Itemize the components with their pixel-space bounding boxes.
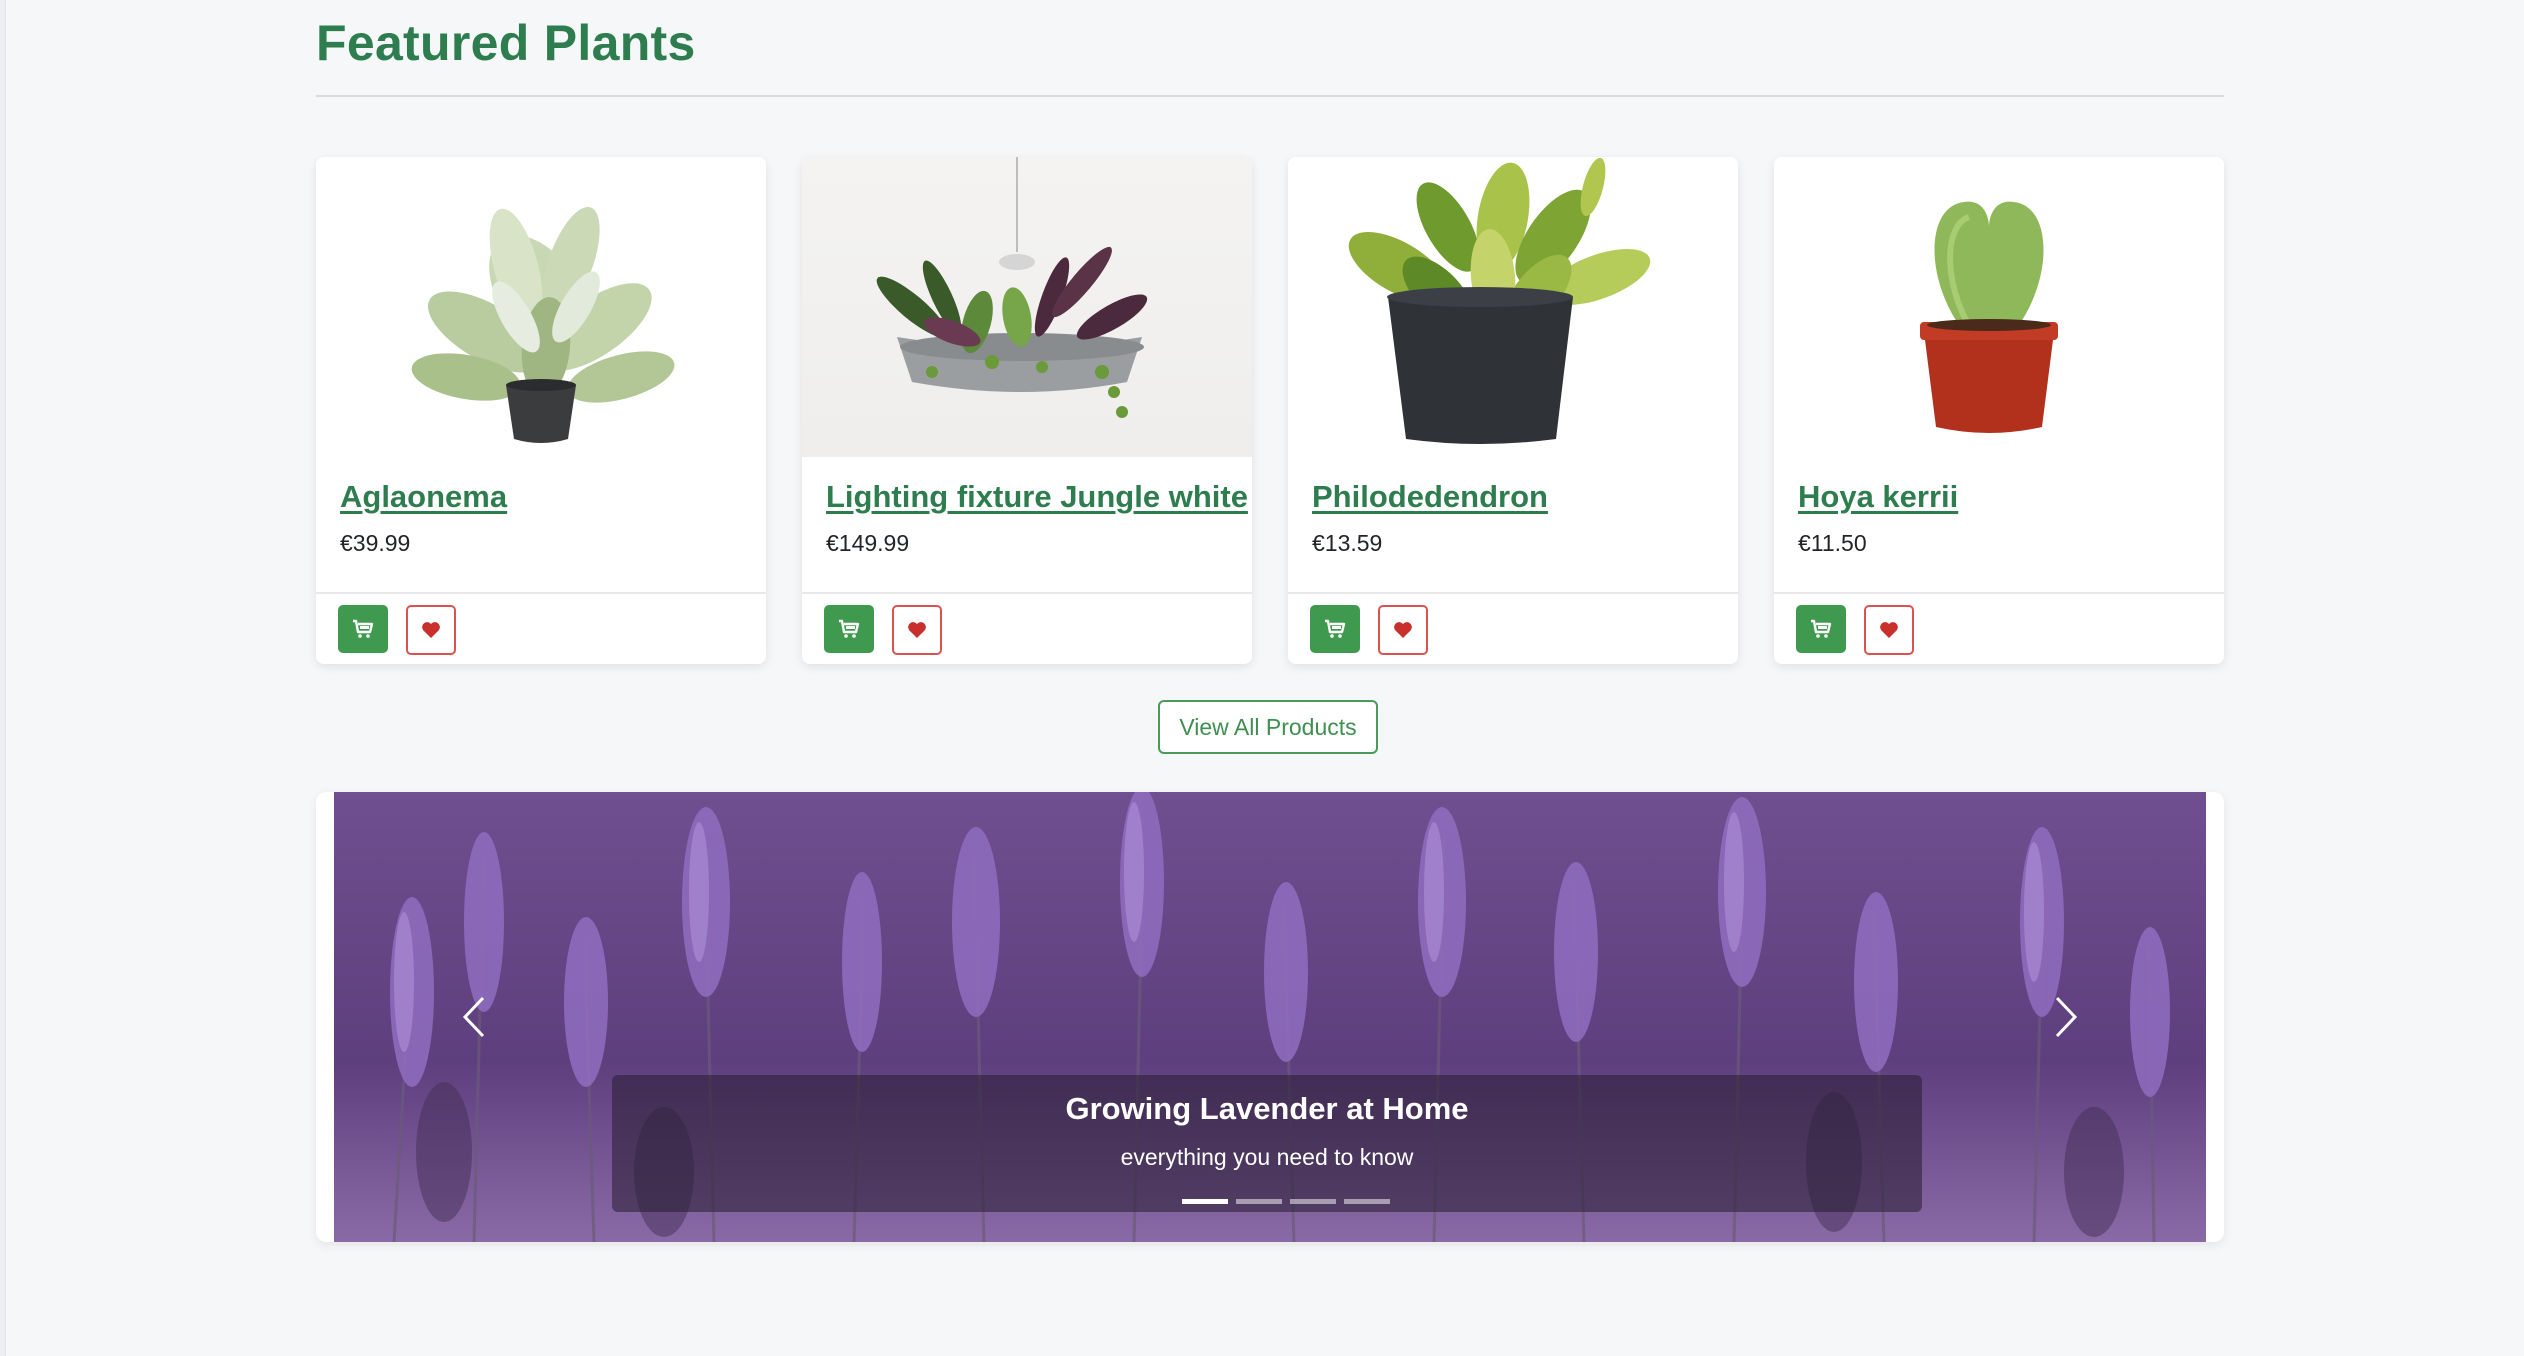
product-price: €13.59 bbox=[1312, 530, 1383, 556]
card-divider bbox=[1288, 592, 1738, 594]
title-divider bbox=[316, 95, 2224, 97]
product-name-link[interactable]: Hoya kerrii bbox=[1798, 479, 1958, 515]
shopping-cart-icon bbox=[1811, 619, 1832, 638]
carousel-indicator[interactable] bbox=[1236, 1199, 1282, 1204]
product-image[interactable] bbox=[1774, 157, 2224, 457]
slide-title: Growing Lavender at Home bbox=[1065, 1091, 1469, 1126]
product-price: €149.99 bbox=[826, 530, 910, 556]
shopping-cart-icon bbox=[353, 619, 374, 638]
heart-icon bbox=[908, 622, 926, 638]
aglaonema-image bbox=[411, 206, 675, 443]
carousel-indicator[interactable] bbox=[1290, 1199, 1336, 1204]
card-divider bbox=[802, 592, 1252, 594]
add-to-cart-button[interactable] bbox=[338, 605, 388, 653]
heart-icon bbox=[1394, 622, 1412, 638]
product-image[interactable] bbox=[316, 157, 766, 457]
carousel-indicators bbox=[334, 1199, 2206, 1205]
add-to-cart-button[interactable] bbox=[1796, 605, 1846, 653]
hoya-kerrii-image bbox=[1920, 201, 2058, 433]
product-grid: Aglaonema €39.99 Lighting fixture Jungle… bbox=[316, 157, 2224, 664]
lighting-fixture-image bbox=[876, 157, 1148, 418]
product-price: €39.99 bbox=[340, 530, 411, 556]
card-divider bbox=[316, 592, 766, 594]
add-to-cart-button[interactable] bbox=[1310, 605, 1360, 653]
carousel: Growing Lavender at Home everything you … bbox=[334, 792, 2206, 1242]
carousel-next-button[interactable] bbox=[2036, 987, 2096, 1047]
chevron-right-icon bbox=[2055, 996, 2078, 1038]
add-to-favorites-button[interactable] bbox=[1378, 605, 1428, 655]
product-card: Aglaonema €39.99 bbox=[316, 157, 766, 664]
add-to-favorites-button[interactable] bbox=[1864, 605, 1914, 655]
card-divider bbox=[1774, 592, 2224, 594]
view-all-products-button[interactable]: View All Products bbox=[1158, 700, 1378, 754]
shopping-cart-icon bbox=[839, 619, 860, 638]
heart-icon bbox=[422, 622, 440, 638]
product-name-link[interactable]: Philodedendron bbox=[1312, 479, 1548, 515]
page-left-border bbox=[0, 0, 6, 1356]
carousel-container: Growing Lavender at Home everything you … bbox=[316, 792, 2224, 1242]
product-name-link[interactable]: Aglaonema bbox=[340, 479, 507, 515]
product-card: Lighting fixture Jungle white €149.99 bbox=[802, 157, 1252, 664]
product-price: €11.50 bbox=[1798, 530, 1867, 556]
product-name-link[interactable]: Lighting fixture Jungle white bbox=[826, 479, 1248, 515]
section-title: Featured Plants bbox=[316, 15, 696, 71]
add-to-favorites-button[interactable] bbox=[406, 605, 456, 655]
add-to-favorites-button[interactable] bbox=[892, 605, 942, 655]
chevron-left-icon bbox=[462, 996, 485, 1038]
carousel-caption: Growing Lavender at Home everything you … bbox=[612, 1075, 1922, 1212]
philodendron-image bbox=[1348, 157, 1651, 444]
shopping-cart-icon bbox=[1325, 619, 1346, 638]
product-card: Hoya kerrii €11.50 bbox=[1774, 157, 2224, 664]
carousel-indicator[interactable] bbox=[1182, 1199, 1228, 1204]
carousel-indicator[interactable] bbox=[1344, 1199, 1390, 1204]
product-image[interactable] bbox=[1288, 157, 1738, 457]
product-image[interactable] bbox=[802, 157, 1252, 457]
product-card: Philodedendron €13.59 bbox=[1288, 157, 1738, 664]
carousel-prev-button[interactable] bbox=[444, 987, 504, 1047]
add-to-cart-button[interactable] bbox=[824, 605, 874, 653]
slide-subtitle: everything you need to know bbox=[1120, 1144, 1414, 1170]
heart-icon bbox=[1880, 622, 1898, 638]
